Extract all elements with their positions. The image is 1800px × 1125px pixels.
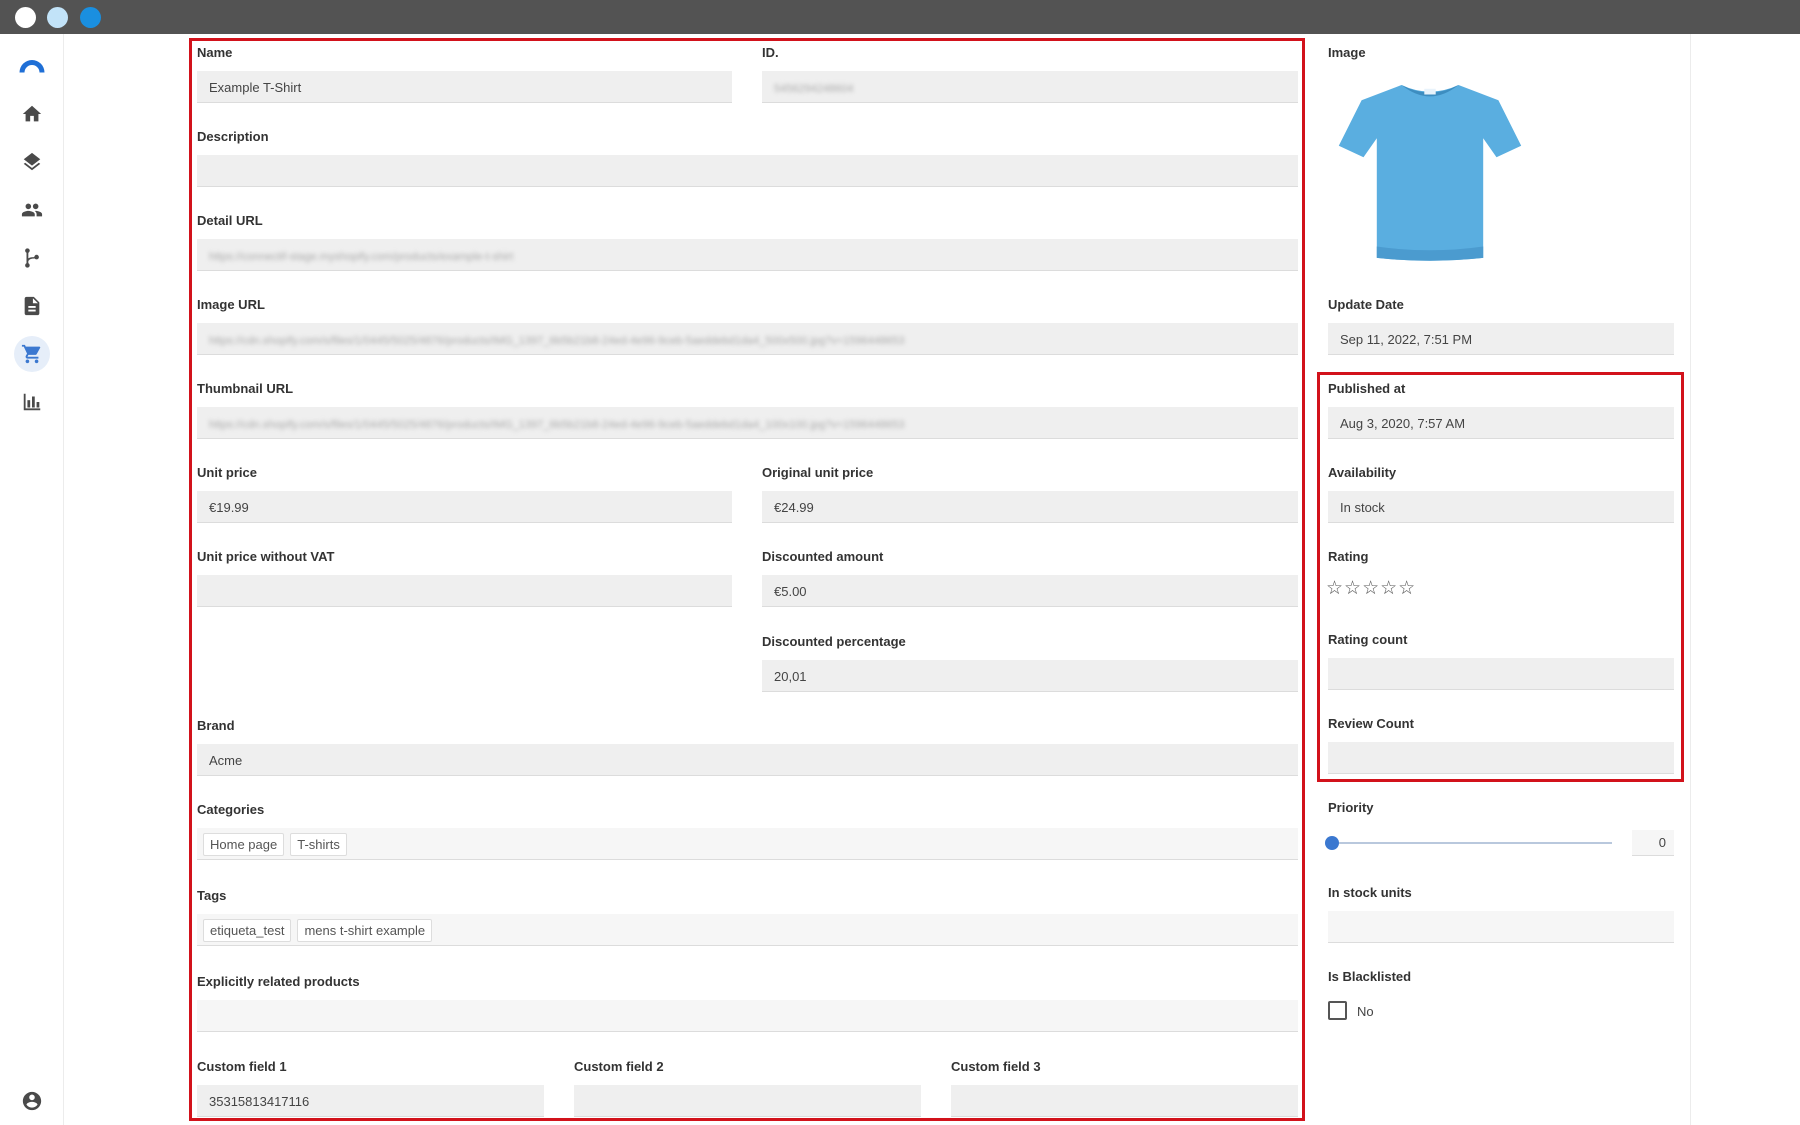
sidebar-item-layers[interactable] [14, 144, 50, 180]
sidebar-item-contacts[interactable] [14, 192, 50, 228]
layers-icon [23, 152, 41, 171]
blacklisted-value: No [1357, 1004, 1374, 1019]
image-url-label: Image URL [197, 297, 265, 312]
availability-label: Availability [1328, 465, 1397, 480]
custom-field-1-label: Custom field 1 [197, 1059, 287, 1074]
sidebar-item-home[interactable] [14, 96, 50, 132]
thumbnail-url-label: Thumbnail URL [197, 381, 294, 396]
published-at-field[interactable]: Aug 3, 2020, 7:57 AM [1328, 407, 1674, 439]
discounted-percentage-label: Discounted percentage [762, 634, 906, 649]
tshirt-image [1338, 85, 1522, 261]
description-label: Description [197, 129, 269, 144]
custom-field-3-label: Custom field 3 [951, 1059, 1041, 1074]
brand-field[interactable]: Acme [197, 744, 1298, 776]
tag-chip[interactable]: etiqueta_test [203, 919, 292, 942]
sidebar-item-account[interactable] [14, 1083, 50, 1119]
original-unit-price-label: Original unit price [762, 465, 874, 480]
sidebar-item-documents[interactable] [14, 288, 50, 324]
published-at-label: Published at [1328, 381, 1406, 396]
unit-price-no-vat-label: Unit price without VAT [197, 549, 335, 564]
update-date-label: Update Date [1328, 297, 1404, 312]
rating-stars[interactable]: ☆☆☆☆☆ [1326, 577, 1416, 600]
custom-field-3[interactable] [951, 1085, 1298, 1117]
brand-logo[interactable] [14, 47, 50, 83]
discounted-amount-label: Discounted amount [762, 549, 884, 564]
image-url-value: https://cdn.shopify.com/s/files/1/0445/5… [209, 335, 905, 347]
priority-slider-handle[interactable] [1325, 836, 1339, 850]
category-chip[interactable]: Home page [203, 833, 285, 856]
name-field[interactable]: Example T-Shirt [197, 71, 732, 103]
image-label: Image [1328, 45, 1366, 60]
rating-count-field[interactable] [1328, 658, 1674, 690]
availability-field[interactable]: In stock [1328, 491, 1674, 523]
window-maximize-button[interactable] [80, 7, 101, 28]
tag-chip[interactable]: mens t-shirt example [297, 919, 433, 942]
detail-url-label: Detail URL [197, 213, 263, 228]
detail-url-value: https://connectif-stage.myshopify.com/pr… [209, 251, 514, 263]
sidebar [0, 34, 64, 1125]
tags-label: Tags [197, 888, 227, 903]
blacklisted-label: Is Blacklisted [1328, 969, 1412, 984]
unit-price-no-vat-field[interactable] [197, 575, 732, 607]
custom-field-2[interactable] [574, 1085, 921, 1117]
tags-field[interactable]: etiqueta_test mens t-shirt example [197, 914, 1298, 946]
brand-label: Brand [197, 718, 235, 733]
update-date-field[interactable]: Sep 11, 2022, 7:51 PM [1328, 323, 1674, 355]
window-minimize-button[interactable] [47, 7, 68, 28]
window-close-button[interactable] [15, 7, 36, 28]
discounted-amount-field[interactable]: €5.00 [762, 575, 1298, 607]
bar-chart-icon [23, 393, 41, 411]
rating-label: Rating [1328, 549, 1369, 564]
cart-icon [21, 344, 41, 364]
thumbnail-url-field[interactable]: https://cdn.shopify.com/s/files/1/0445/5… [197, 407, 1298, 439]
description-field[interactable] [197, 155, 1298, 187]
review-count-field[interactable] [1328, 742, 1674, 774]
detail-url-field[interactable]: https://connectif-stage.myshopify.com/pr… [197, 239, 1298, 271]
blacklisted-checkbox[interactable] [1328, 1001, 1347, 1020]
sidebar-item-flows[interactable] [14, 240, 50, 276]
categories-field[interactable]: Home page T-shirts [197, 828, 1298, 860]
unit-price-label: Unit price [197, 465, 257, 480]
priority-slider-track[interactable] [1332, 842, 1612, 844]
category-chip[interactable]: T-shirts [290, 833, 347, 856]
sidebar-item-analytics[interactable] [14, 384, 50, 420]
in-stock-units-field[interactable] [1328, 911, 1674, 943]
related-products-field[interactable] [197, 1000, 1298, 1032]
categories-label: Categories [197, 802, 265, 817]
thumbnail-url-value: https://cdn.shopify.com/s/files/1/0445/5… [209, 419, 905, 431]
original-unit-price-field[interactable]: €24.99 [762, 491, 1298, 523]
priority-label: Priority [1328, 800, 1374, 815]
custom-field-1[interactable]: 35315813417116 [197, 1085, 544, 1117]
name-label: Name [197, 45, 233, 60]
sidebar-item-products[interactable] [14, 336, 50, 372]
document-icon [24, 296, 40, 316]
id-field[interactable]: 5456294248604 [762, 71, 1298, 103]
custom-field-2-label: Custom field 2 [574, 1059, 664, 1074]
id-value: 5456294248604 [774, 83, 854, 95]
discounted-percentage-field[interactable]: 20,01 [762, 660, 1298, 692]
review-count-label: Review Count [1328, 716, 1414, 731]
image-url-field[interactable]: https://cdn.shopify.com/s/files/1/0445/5… [197, 323, 1298, 355]
rating-count-label: Rating count [1328, 632, 1408, 647]
window-titlebar [0, 0, 1800, 34]
content-divider [1690, 34, 1691, 1125]
account-icon [22, 1091, 42, 1111]
brand-logo-icon [19, 60, 45, 73]
home-icon [22, 105, 42, 122]
branch-icon [25, 248, 39, 268]
id-label: ID. [762, 45, 779, 60]
in-stock-units-label: In stock units [1328, 885, 1412, 900]
priority-value-field[interactable]: 0 [1632, 830, 1674, 856]
unit-price-field[interactable]: €19.99 [197, 491, 732, 523]
people-icon [21, 203, 43, 217]
related-products-label: Explicitly related products [197, 974, 360, 989]
